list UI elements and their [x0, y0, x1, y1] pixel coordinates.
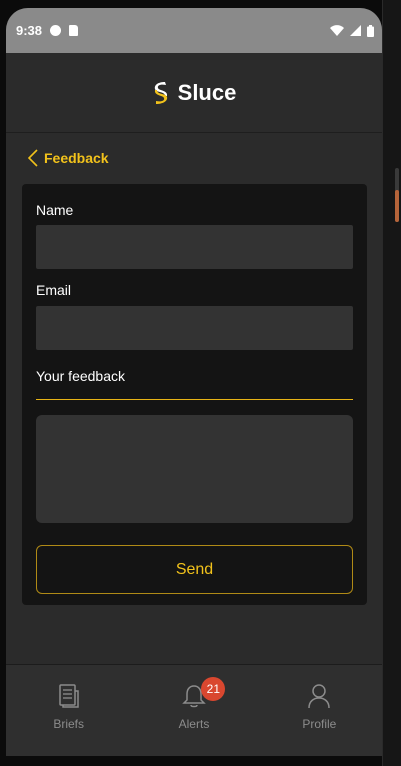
app-logo: Sluce: [152, 79, 237, 106]
tab-briefs-label: Briefs: [53, 717, 84, 731]
feedback-form: Name Email Your feedback Send: [22, 184, 367, 605]
screen: 9:38 Sluce Feedback Name Email Your feed…: [6, 8, 382, 756]
device-frame: 9:38 Sluce Feedback Name Email Your feed…: [0, 0, 401, 766]
chevron-left-icon: [28, 149, 38, 167]
app-header: Sluce: [6, 53, 382, 133]
signal-icon: [350, 25, 361, 36]
status-time: 9:38: [16, 23, 43, 38]
send-button[interactable]: Send: [36, 545, 353, 594]
email-input[interactable]: [36, 306, 353, 350]
tab-profile-label: Profile: [302, 717, 337, 731]
tab-profile[interactable]: Profile: [257, 665, 382, 756]
tab-alerts-label: Alerts: [178, 717, 210, 731]
battery-icon: [367, 24, 374, 37]
back-button[interactable]: Feedback: [6, 133, 382, 183]
feedback-textarea[interactable]: [36, 415, 353, 523]
email-label: Email: [36, 282, 72, 298]
page-title: Feedback: [44, 150, 109, 166]
feedback-label-underline: [36, 399, 353, 400]
status-bar: 9:38: [6, 8, 382, 53]
bottom-tab-bar: Briefs 21 Alerts Profile: [6, 664, 382, 756]
wifi-icon: [330, 25, 344, 36]
power-button: [395, 190, 399, 222]
profile-icon: [308, 684, 331, 709]
sd-card-icon: [69, 25, 79, 36]
tab-briefs[interactable]: Briefs: [6, 665, 131, 756]
feedback-label: Your feedback: [36, 368, 125, 384]
device-side-rail: [382, 0, 401, 766]
sluce-logo-icon: [154, 81, 167, 104]
briefs-icon: [58, 684, 79, 708]
tab-alerts[interactable]: 21 Alerts: [131, 665, 256, 756]
name-label: Name: [36, 202, 74, 218]
notification-icon: [50, 25, 62, 36]
name-input[interactable]: [36, 225, 353, 269]
app-name: Sluce: [177, 79, 237, 105]
alerts-badge: 21: [201, 677, 226, 701]
